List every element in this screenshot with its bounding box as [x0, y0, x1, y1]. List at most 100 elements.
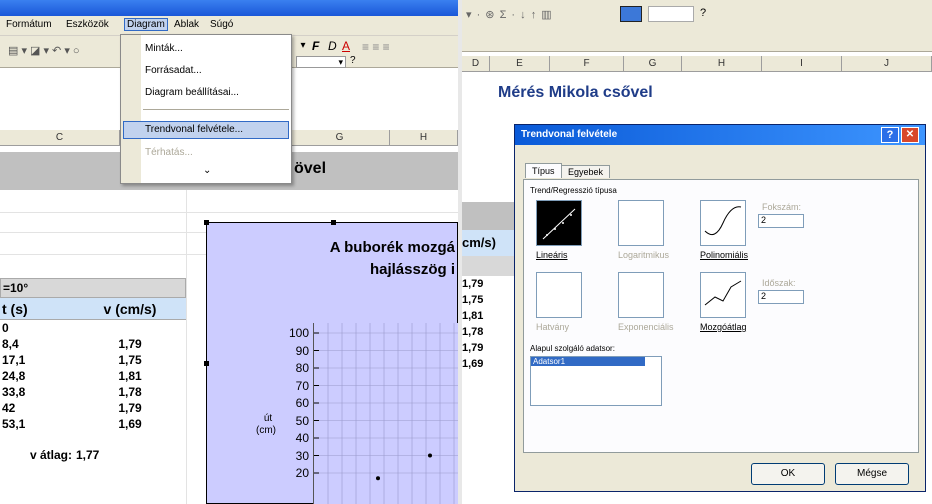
trend-moving-avg-label[interactable]: Mozgóátlag [700, 322, 747, 332]
partial-value-cell[interactable]: 1,75 [462, 292, 514, 308]
velocity-cell[interactable] [74, 320, 186, 336]
trend-poly-thumb[interactable] [700, 200, 746, 246]
zoom-dropdown-icon[interactable] [648, 6, 694, 22]
trend-exp-label: Exponenciális [618, 322, 674, 332]
time-cell[interactable]: 53,1 [0, 416, 74, 432]
order-input[interactable]: 2 [758, 214, 804, 228]
col-header-c[interactable]: C [0, 130, 120, 146]
menu-tools[interactable]: Eszközök [66, 19, 109, 30]
col-header-j[interactable]: J [842, 56, 932, 72]
italic-button[interactable]: D [328, 39, 337, 53]
col-header-h[interactable]: H [682, 56, 762, 72]
title-bar [0, 0, 458, 16]
help-button[interactable]: ? [881, 127, 899, 143]
col-header-f[interactable]: F [550, 56, 624, 72]
partial-value-cell[interactable]: 1,78 [462, 324, 514, 340]
menu-help[interactable]: Súgó [210, 19, 233, 30]
partial-band [462, 256, 514, 276]
menu-item-add-trendline[interactable]: Trendvonal felvétele... [145, 124, 243, 135]
col-header-g[interactable]: G [624, 56, 682, 72]
col-header-h[interactable]: H [390, 130, 458, 146]
chevron-down-icon[interactable]: ⌄ [203, 165, 211, 176]
zoom-dropdown-icon[interactable]: ▾ [296, 56, 346, 68]
velocity-cell[interactable]: 1,78 [74, 384, 186, 400]
chart-area[interactable]: A buborék mozgá hajlásszög i út (cm) 100… [204, 220, 458, 504]
print-icon[interactable]: ▤ ▾ ◪ ▾ ↶ ▾ ○ [8, 44, 80, 57]
trendline-dialog: Trendvonal felvétele ? ✕ Típus Egyebek T… [514, 124, 926, 492]
time-cell[interactable]: 0 [0, 320, 74, 336]
help-icon[interactable]: ? [350, 55, 356, 66]
series-item[interactable]: Adatsor1 [531, 357, 645, 366]
time-cell[interactable]: 17,1 [0, 352, 74, 368]
partial-value-cell[interactable]: 1,81 [462, 308, 514, 324]
dropdown-arrow-icon[interactable]: ▾ [296, 40, 310, 54]
trend-moving-avg-thumb[interactable] [700, 272, 746, 318]
plot-area[interactable] [313, 323, 458, 504]
velocity-cell[interactable]: 1,81 [74, 368, 186, 384]
col-header-d[interactable]: D [462, 56, 490, 72]
col-header-i[interactable]: I [762, 56, 842, 72]
col-header-e[interactable]: E [490, 56, 550, 72]
velocity-cell[interactable]: 1,79 [74, 400, 186, 416]
col-header-g[interactable]: G [290, 130, 390, 146]
time-cell[interactable]: 8,4 [0, 336, 74, 352]
resize-handle[interactable] [204, 361, 209, 366]
y-tick-label: 50 [295, 413, 309, 428]
ok-button[interactable]: OK [751, 463, 825, 485]
trend-linear-label[interactable]: Lineáris [536, 250, 568, 260]
trend-power-thumb[interactable] [536, 272, 582, 318]
time-cell[interactable]: 33,8 [0, 384, 74, 400]
time-cell[interactable]: 24,8 [0, 368, 74, 384]
chart-title: A buborék mozgá [329, 239, 455, 256]
partial-values: 1,79 1,75 1,81 1,78 1,79 1,69 [462, 276, 514, 372]
menu-format[interactable]: Formátum [6, 19, 52, 30]
menu-diagram[interactable]: Diagram [124, 18, 168, 31]
tab-type[interactable]: Típus [525, 163, 562, 178]
trend-log-thumb[interactable] [618, 200, 664, 246]
menu-item-chart-options[interactable]: Diagram beállításai... [145, 87, 239, 98]
menu-item-source-data[interactable]: Forrásadat... [145, 65, 202, 76]
series-list[interactable]: Adatsor1 [530, 356, 662, 406]
period-input[interactable]: 2 [758, 290, 804, 304]
header-time[interactable]: t (s) [0, 298, 74, 319]
resize-handle[interactable] [204, 220, 209, 225]
trend-poly-label[interactable]: Polinomiális [700, 250, 748, 260]
y-axis-unit: (cm) [256, 425, 276, 436]
chart-wizard-icon[interactable] [620, 6, 642, 22]
close-button[interactable]: ✕ [901, 127, 919, 143]
trend-exp-thumb[interactable] [618, 272, 664, 318]
partial-value-cell[interactable]: 1,79 [462, 276, 514, 292]
help-icon[interactable]: ? [700, 7, 706, 19]
trend-linear-thumb[interactable] [536, 200, 582, 246]
grid-line [0, 212, 458, 213]
time-cell[interactable]: 42 [0, 400, 74, 416]
header-velocity[interactable]: v (cm/s) [74, 298, 186, 319]
avg-value[interactable]: 1,77 [74, 448, 134, 462]
table-row: 8,4 1,79 [0, 336, 186, 352]
dialog-title-bar: Trendvonal felvétele ? ✕ [515, 125, 925, 145]
plot-svg [314, 323, 458, 504]
left-excel-window: Formátum Eszközök Diagram Ablak Súgó ▤ ▾… [0, 0, 458, 504]
toolbar-icons[interactable]: ▾ · ⊛ Σ · ↓ ↑ ▥ [466, 8, 553, 21]
bold-button[interactable]: F [312, 39, 319, 53]
resize-handle[interactable] [331, 220, 336, 225]
cancel-button[interactable]: Mégse [835, 463, 909, 485]
right-column-headers: D E F G H I J [462, 56, 932, 72]
data-point[interactable] [376, 476, 380, 481]
partial-value-cell[interactable]: 1,79 [462, 340, 514, 356]
velocity-cell[interactable]: 1,75 [74, 352, 186, 368]
menu-window[interactable]: Ablak [174, 19, 199, 30]
diagram-menu-dropdown: Minták... Forrásadat... Diagram beállítá… [120, 34, 292, 184]
align-left-icon[interactable]: ≡ ≡ ≡ [362, 40, 390, 54]
tab-options[interactable]: Egyebek [561, 165, 611, 178]
data-point[interactable] [428, 453, 432, 458]
angle-cell[interactable]: =10° [0, 278, 186, 298]
table-row: 42 1,79 [0, 400, 186, 416]
partial-value-cell[interactable]: 1,69 [462, 356, 514, 372]
underline-button[interactable]: A [342, 39, 350, 53]
order-label: Fokszám: [762, 202, 802, 212]
menu-item-samples[interactable]: Minták... [145, 43, 183, 54]
velocity-cell[interactable]: 1,79 [74, 336, 186, 352]
y-tick-label: 40 [295, 431, 309, 445]
velocity-cell[interactable]: 1,69 [74, 416, 186, 432]
